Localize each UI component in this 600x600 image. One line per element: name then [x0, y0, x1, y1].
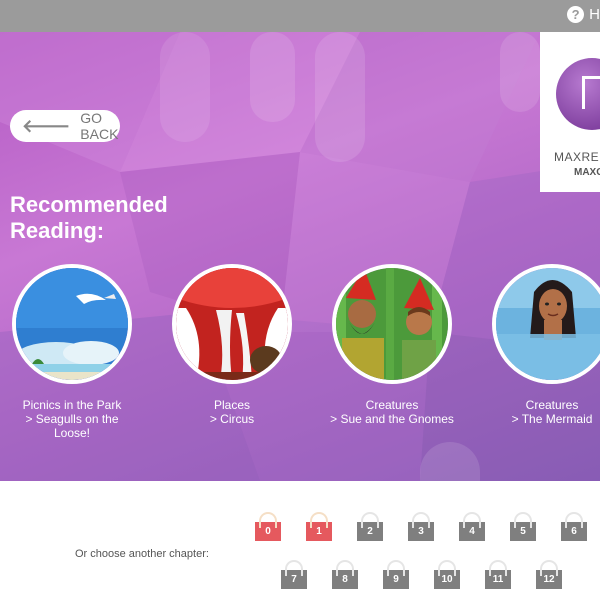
chapter-number: 9: [393, 574, 399, 585]
chapter-number: 7: [291, 574, 297, 585]
chapter-number: 0: [265, 526, 271, 537]
chapter-button-1[interactable]: 1: [306, 512, 332, 541]
chapter-number: 1: [316, 526, 322, 537]
chapter-button-8[interactable]: 8: [332, 560, 358, 589]
help-button[interactable]: ? H: [567, 6, 600, 23]
chapter-button-10[interactable]: 10: [434, 560, 460, 589]
chapter-button-12[interactable]: 12: [536, 560, 562, 589]
chapter-button-11[interactable]: 11: [485, 560, 511, 589]
question-circle-icon: ?: [567, 6, 585, 23]
chapter-button-9[interactable]: 9: [383, 560, 409, 589]
chapter-button-0[interactable]: 0: [255, 512, 281, 541]
top-bar: ? H: [0, 0, 600, 32]
book-title-line: > The Mermaid: [511, 412, 593, 426]
chapter-picker-label: Or choose another chapter:: [75, 548, 209, 560]
arrow-left-icon: 🡐: [22, 115, 71, 136]
book-thumbnail-gnomes: [332, 264, 452, 384]
chapter-button-2[interactable]: 2: [357, 512, 383, 541]
chapter-button-4[interactable]: 4: [459, 512, 485, 541]
book-card-circus[interactable]: Places > Circus: [157, 264, 307, 426]
recommended-heading: Recommended Reading:: [10, 192, 168, 244]
book-title-line: Creatures: [525, 398, 579, 412]
book-thumbnail-circus: [172, 264, 292, 384]
book-title-line: Picnics in the Park: [22, 398, 122, 412]
book-title-line: > Sue and the Gnomes: [330, 412, 454, 426]
book-title-line: > Circus: [209, 412, 255, 426]
book-title-line: Creatures: [365, 398, 419, 412]
chapter-button-6[interactable]: 6: [561, 512, 587, 541]
chapter-number: 6: [571, 526, 577, 537]
book-card-seagulls[interactable]: Picnics in the Park > Seagulls on the Lo…: [0, 264, 147, 440]
chapter-number: 8: [342, 574, 348, 585]
chapter-number: 3: [418, 526, 424, 537]
book-card-the-mermaid[interactable]: Creatures > The Mermaid: [477, 264, 600, 426]
help-label: H: [589, 6, 600, 23]
book-card-sue-and-the-gnomes[interactable]: Creatures > Sue and the Gnomes: [317, 264, 467, 426]
book-thumbnail-seagulls: [12, 264, 132, 384]
logo-icon: [556, 58, 600, 130]
logo-text: MAXRE: [554, 150, 600, 164]
heading-line-2: Reading:: [10, 218, 105, 243]
chapter-number: 12: [543, 574, 555, 585]
book-title-line: Places: [213, 398, 251, 412]
hero-panel: MAXRE MAXG 🡐 GO BACK Recommended Reading…: [0, 32, 600, 481]
chapter-number: 5: [520, 526, 526, 537]
chapter-button-3[interactable]: 3: [408, 512, 434, 541]
brand-logo: MAXRE MAXG: [540, 32, 600, 192]
chapter-number: 10: [441, 574, 453, 585]
chapter-button-7[interactable]: 7: [281, 560, 307, 589]
chapter-picker: Or choose another chapter: 0 1 2 3 4 5 6…: [0, 481, 600, 600]
book-title-line: > Seagulls on the: [25, 412, 119, 426]
book-thumbnail-mermaid: [492, 264, 600, 384]
book-title-line: Loose!: [53, 426, 91, 440]
chapter-number: 2: [367, 526, 373, 537]
chapter-number: 11: [492, 574, 504, 585]
heading-line-1: Recommended: [10, 192, 168, 217]
logo-subtext: MAXG: [574, 167, 600, 178]
go-back-button[interactable]: 🡐 GO BACK: [10, 110, 120, 142]
go-back-label: GO BACK: [80, 110, 119, 142]
chapter-button-5[interactable]: 5: [510, 512, 536, 541]
chapter-number: 4: [469, 526, 475, 537]
